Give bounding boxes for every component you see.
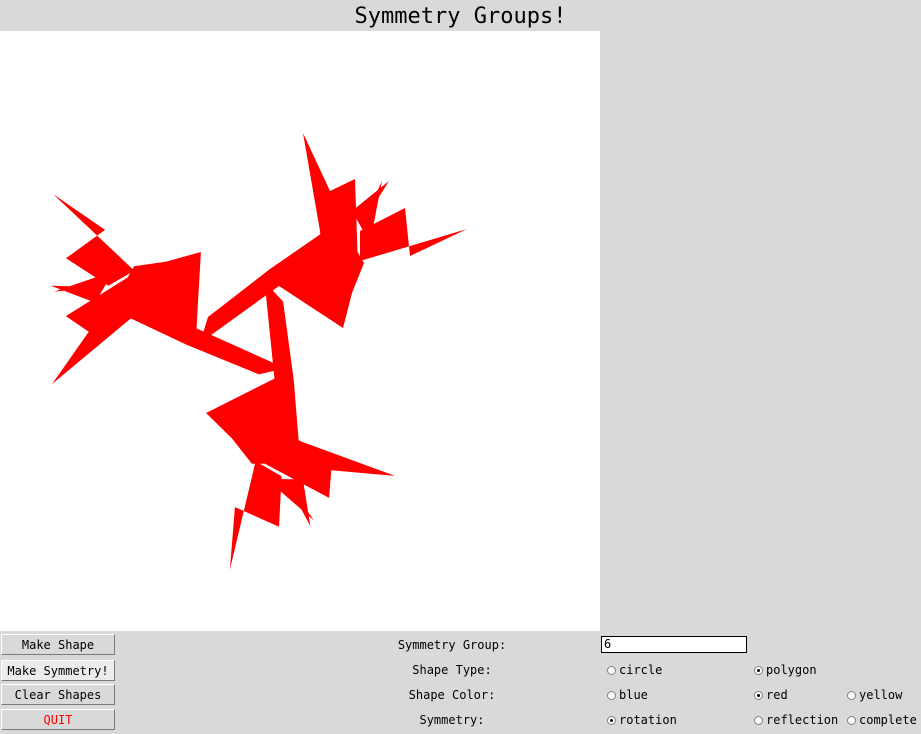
radio-blue[interactable]: blue [607,687,648,703]
radio-circle[interactable]: circle [607,662,662,678]
symmetry-label: Symmetry: [419,713,485,727]
radio-reflection-indicator [754,716,763,725]
shape-color-label: Shape Color: [408,688,496,702]
radio-red-label: red [766,688,788,702]
drawing-canvas[interactable] [0,31,600,631]
radio-complete-label: complete [859,713,917,727]
radio-red[interactable]: red [754,687,788,703]
symmetry-group-input[interactable]: 6 [601,636,747,653]
radio-rotation-label: rotation [619,713,677,727]
radio-complete-indicator [847,716,856,725]
make-shape-button[interactable]: Make Shape [1,634,115,655]
window-title: Symmetry Groups! [354,4,567,29]
radio-polygon-label: polygon [766,663,817,677]
radio-reflection-label: reflection [766,713,839,727]
red-rotational-shape [0,133,467,618]
shape-arm [200,133,467,343]
radio-yellow-indicator [847,691,856,700]
radio-red-indicator [754,691,763,700]
symmetry-drawing [0,133,467,618]
radio-circle-indicator [607,666,616,675]
radio-polygon-indicator [754,666,763,675]
radio-yellow-label: yellow [859,688,903,702]
radio-yellow[interactable]: yellow [847,687,902,703]
clear-shapes-button[interactable]: Clear Shapes [1,684,115,705]
radio-rotation-indicator [607,716,616,725]
radio-complete[interactable]: complete [847,712,917,728]
radio-blue-label: blue [619,688,648,702]
radio-blue-indicator [607,691,616,700]
make-symmetry-button[interactable]: Make Symmetry! [1,660,115,681]
symmetry-group-label: Symmetry Group: [397,638,507,652]
radio-reflection[interactable]: reflection [754,712,838,728]
radio-circle-label: circle [619,663,663,677]
shape-type-label: Shape Type: [412,663,492,677]
quit-button[interactable]: QUIT [1,709,115,730]
shape-spike-right [360,208,467,261]
radio-rotation[interactable]: rotation [607,712,677,728]
radio-polygon[interactable]: polygon [754,662,817,678]
